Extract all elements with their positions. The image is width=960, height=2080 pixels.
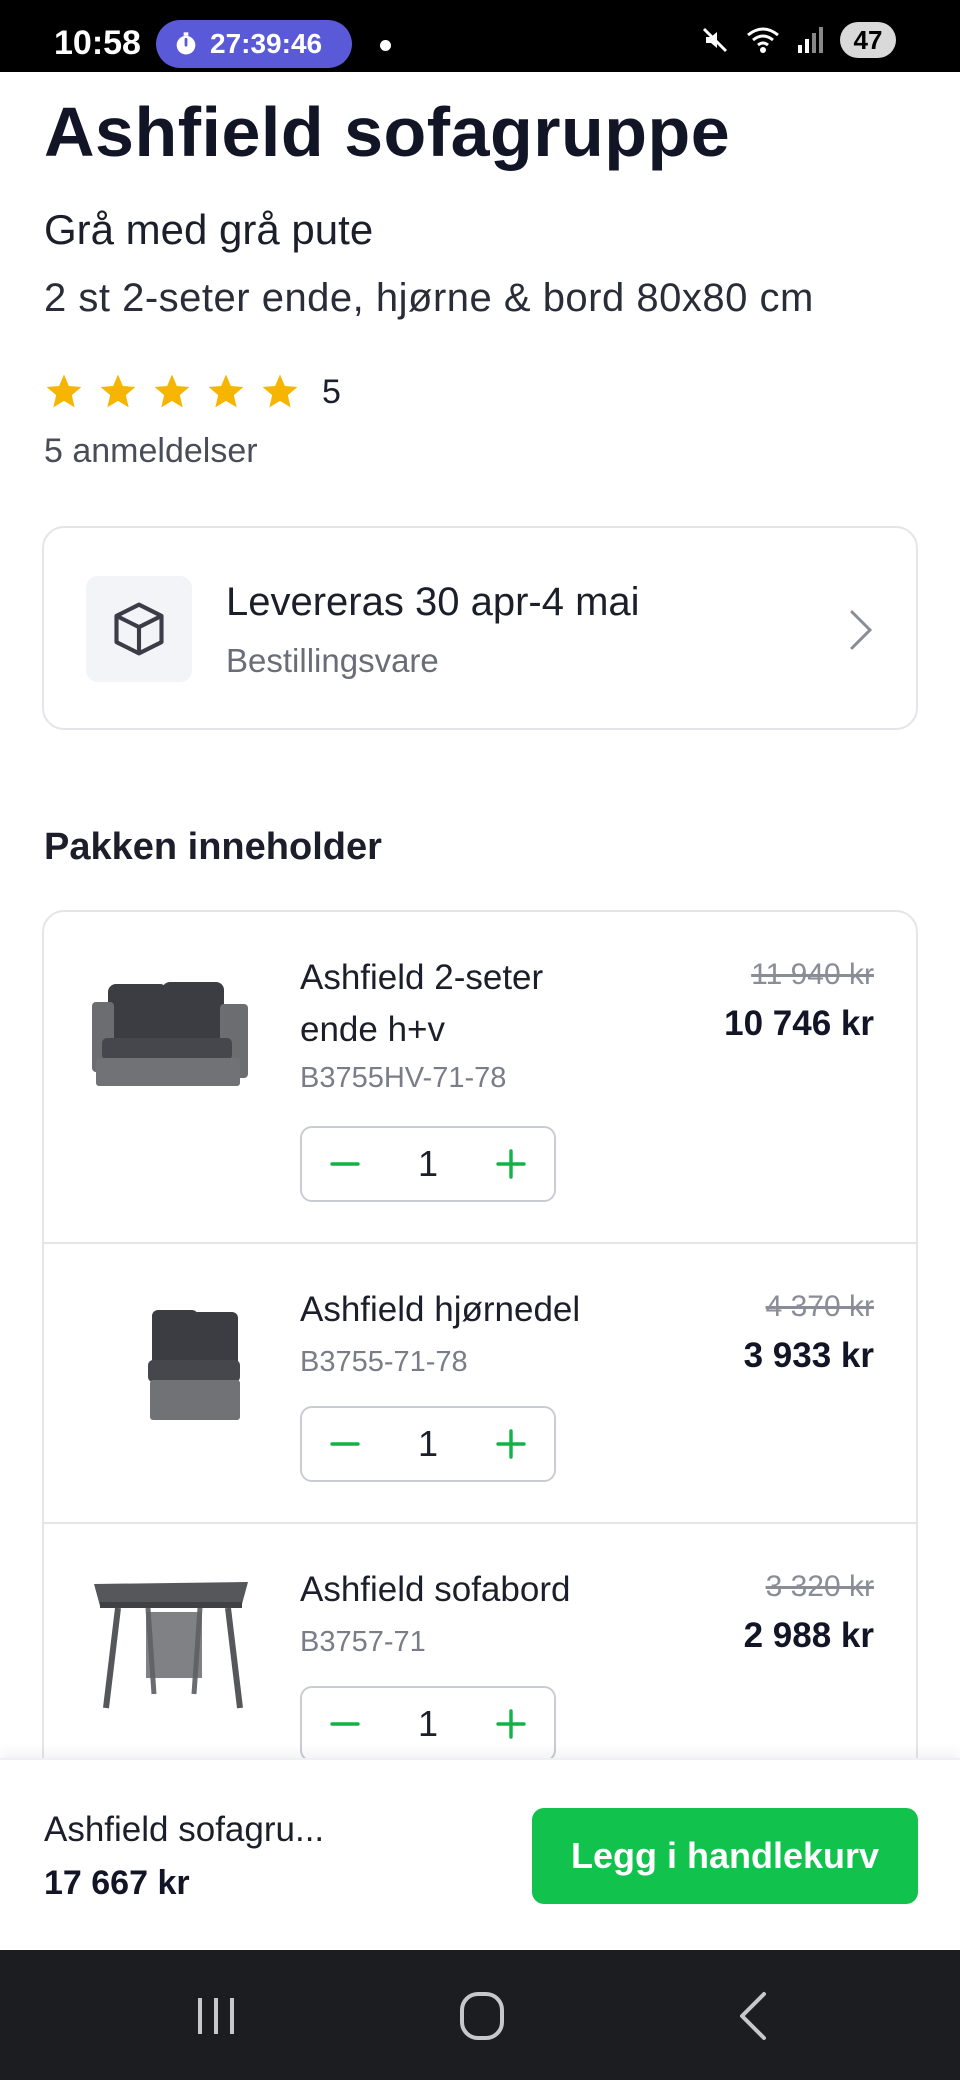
product-image-corner	[148, 1310, 240, 1420]
plus-icon	[496, 1709, 526, 1739]
plus-button[interactable]	[494, 1427, 528, 1461]
plus-button[interactable]	[494, 1147, 528, 1181]
product-description: 2 st 2-seter ende, hjørne & bord 80x80 c…	[44, 276, 814, 320]
star-icon	[100, 374, 136, 408]
star-icon	[154, 374, 190, 408]
delivery-card[interactable]: Levereras 30 apr-4 mai Bestillingsvare	[42, 526, 918, 730]
star-icon	[46, 374, 82, 408]
system-nav-bar	[0, 1950, 960, 2080]
signal-icon	[798, 27, 823, 53]
quantity-value: 1	[417, 1703, 439, 1744]
summary-total-price: 17 667 kr	[44, 1864, 190, 1902]
battery-indicator: 47	[840, 22, 896, 58]
package-list: Ashfield 2-seter ende h+v B3755HV-71-78 …	[42, 910, 918, 1770]
status-bar: 10:58 27:39:46 47	[0, 0, 960, 72]
minus-button[interactable]	[328, 1427, 362, 1461]
quantity-stepper: 1	[300, 1686, 556, 1762]
package-heading: Pakken inneholder	[44, 826, 382, 868]
rating-value: 5	[322, 372, 341, 411]
delivery-date: Levereras 30 apr-4 mai	[226, 580, 640, 624]
timer-pill[interactable]: 27:39:46	[156, 20, 352, 68]
item-sku: B3757-71	[300, 1626, 426, 1658]
item-old-price: 4 370 kr	[765, 1290, 874, 1323]
stopwatch-icon	[176, 32, 196, 55]
quantity-value: 1	[417, 1143, 439, 1184]
add-to-cart-button[interactable]: Legg i handlekurv	[532, 1808, 918, 1904]
wifi-icon	[747, 27, 779, 53]
product-variant: Grå med grå pute	[44, 206, 374, 253]
minus-icon	[330, 1722, 360, 1726]
summary-product-name: Ashfield sofagru...	[44, 1810, 325, 1849]
status-time: 10:58	[54, 24, 141, 62]
chevron-right-icon	[850, 610, 873, 650]
item-old-price: 11 940 kr	[751, 958, 874, 991]
quantity-stepper: 1	[300, 1126, 556, 1202]
list-item: Ashfield 2-seter ende h+v B3755HV-71-78 …	[44, 912, 916, 1244]
item-name[interactable]: Ashfield hjørnedel	[300, 1284, 680, 1336]
item-price: 2 988 kr	[743, 1616, 874, 1655]
minus-icon	[330, 1442, 360, 1446]
star-icon	[262, 374, 298, 408]
mute-icon	[702, 27, 728, 53]
product-title: Ashfield sofagruppe	[44, 93, 731, 171]
item-name[interactable]: Ashfield sofabord	[300, 1564, 680, 1616]
back-icon[interactable]	[724, 1988, 784, 2044]
item-old-price: 3 320 kr	[765, 1570, 874, 1603]
add-to-cart-bar: Ashfield sofagru... 17 667 kr Legg i han…	[0, 1758, 960, 1950]
recent-apps-icon[interactable]	[186, 1988, 246, 2044]
plus-button[interactable]	[494, 1707, 528, 1741]
minus-icon	[330, 1162, 360, 1166]
item-sku: B3755HV-71-78	[300, 1062, 507, 1094]
item-sku: B3755-71-78	[300, 1346, 468, 1378]
item-name[interactable]: Ashfield 2-seter ende h+v	[300, 952, 630, 1056]
notification-dot	[380, 40, 391, 51]
minus-button[interactable]	[328, 1147, 362, 1181]
list-item: Ashfield hjørnedel B3755-71-78 4 370 kr …	[44, 1244, 916, 1524]
package-box-icon	[86, 576, 192, 682]
star-icon	[208, 374, 244, 408]
plus-icon	[496, 1429, 526, 1459]
list-item: Ashfield sofabord B3757-71 3 320 kr 2 98…	[44, 1524, 916, 1768]
delivery-type: Bestillingsvare	[226, 642, 439, 679]
item-price: 3 933 kr	[743, 1336, 874, 1375]
plus-icon	[496, 1149, 526, 1179]
reviews-link[interactable]: 5 anmeldelser	[44, 432, 258, 471]
minus-button[interactable]	[328, 1707, 362, 1741]
product-image-sofa	[92, 982, 248, 1086]
item-price: 10 746 kr	[724, 1004, 874, 1043]
status-icons: 47	[700, 22, 896, 58]
home-icon[interactable]	[452, 1988, 512, 2044]
rating-stars[interactable]: 5	[44, 372, 341, 412]
timer-text: 27:39:46	[210, 28, 323, 59]
quantity-stepper: 1	[300, 1406, 556, 1482]
product-image-table	[94, 1582, 248, 1709]
quantity-value: 1	[417, 1423, 439, 1464]
